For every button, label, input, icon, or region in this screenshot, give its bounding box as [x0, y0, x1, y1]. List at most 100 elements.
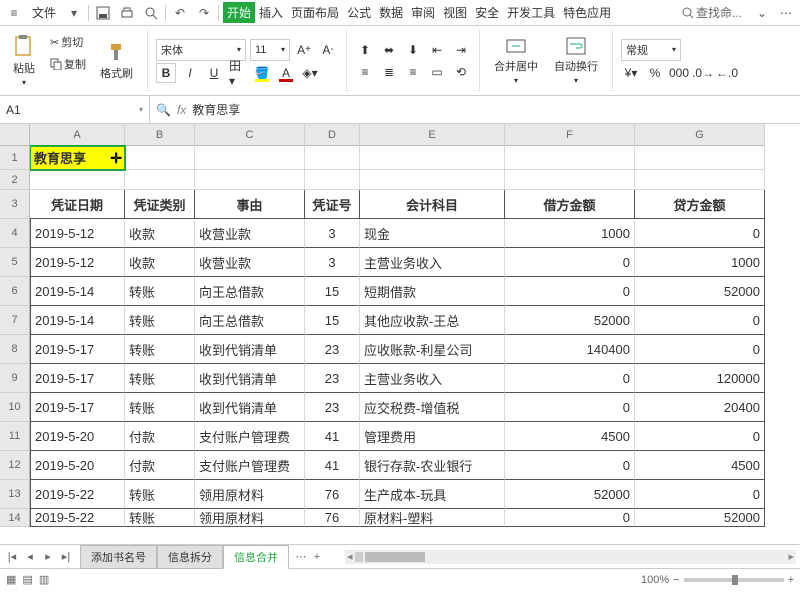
cell[interactable]	[195, 146, 305, 170]
cell[interactable]: 2019-5-22	[30, 509, 125, 527]
cell[interactable]: 领用原材料	[195, 509, 305, 527]
number-format-select[interactable]: 常规▾	[621, 39, 681, 61]
cell[interactable]: 120000	[635, 364, 765, 393]
cell[interactable]: 凭证号	[305, 190, 360, 219]
cell[interactable]: 收款	[125, 219, 195, 248]
bold-button[interactable]: B	[156, 63, 176, 83]
menu-icon[interactable]: ≡	[4, 3, 24, 23]
cell[interactable]: 15	[305, 277, 360, 306]
wrap-text-button[interactable]: 自动换行▾	[548, 34, 604, 87]
col-header[interactable]: G	[635, 124, 765, 146]
search-box[interactable]: 查找命...	[682, 4, 742, 21]
cell[interactable]: 1000	[505, 219, 635, 248]
cell[interactable]: 2019-5-12	[30, 219, 125, 248]
cell[interactable]: 4500	[505, 422, 635, 451]
cell[interactable]: 转账	[125, 393, 195, 422]
cell[interactable]	[30, 170, 125, 190]
cell[interactable]: 0	[505, 451, 635, 480]
cell[interactable]: 向王总借款	[195, 277, 305, 306]
cell[interactable]: 4500	[635, 451, 765, 480]
cell[interactable]: 支付账户管理费	[195, 422, 305, 451]
row-header[interactable]: 14	[0, 509, 30, 527]
cell[interactable]: 0	[505, 248, 635, 277]
ribbon-tab-0[interactable]: 开始	[223, 2, 255, 23]
cell[interactable]	[305, 170, 360, 190]
cell[interactable]: 原材料-塑料	[360, 509, 505, 527]
row-header[interactable]: 5	[0, 248, 30, 277]
cell[interactable]: 2019-5-12	[30, 248, 125, 277]
zoom-out-icon[interactable]: −	[673, 574, 679, 586]
cell[interactable]	[305, 146, 360, 170]
cell[interactable]: 收到代销清单	[195, 335, 305, 364]
cell[interactable]: 收到代销清单	[195, 393, 305, 422]
cell[interactable]	[635, 146, 765, 170]
cell[interactable]: 贷方金额	[635, 190, 765, 219]
cell[interactable]: 2019-5-14	[30, 306, 125, 335]
align-middle-icon[interactable]: ⬌	[379, 40, 399, 60]
cell[interactable]: 41	[305, 422, 360, 451]
cell[interactable]: 短期借款	[360, 277, 505, 306]
cell[interactable]: 2019-5-22	[30, 480, 125, 509]
cell[interactable]: 凭证类别	[125, 190, 195, 219]
horizontal-scrollbar[interactable]: ◂ ▸	[345, 550, 796, 564]
prev-sheet-icon[interactable]: ◂	[22, 549, 38, 565]
ribbon-tab-6[interactable]: 视图	[439, 2, 471, 23]
ribbon-tab-1[interactable]: 插入	[255, 2, 287, 23]
cell[interactable]: 借方金额	[505, 190, 635, 219]
sheet-menu-icon[interactable]: ⋯	[293, 549, 309, 565]
cell[interactable]: 23	[305, 364, 360, 393]
undo-icon[interactable]: ↶	[170, 3, 190, 23]
comma-icon[interactable]: 000	[669, 63, 689, 83]
cell[interactable]: 收营业款	[195, 219, 305, 248]
percent-icon[interactable]: %	[645, 63, 665, 83]
cell[interactable]: 应收账款-利星公司	[360, 335, 505, 364]
print-icon[interactable]	[117, 3, 137, 23]
cell[interactable]: 教育思享✛	[30, 146, 125, 170]
view-normal-icon[interactable]: ▦	[6, 573, 16, 586]
cell[interactable]: 0	[505, 509, 635, 527]
ribbon-tab-9[interactable]: 特色应用	[559, 2, 615, 23]
trace-icon[interactable]: 🔍	[156, 103, 171, 117]
font-size-select[interactable]: 11▾	[250, 39, 290, 61]
cell[interactable]: 52000	[635, 509, 765, 527]
cell[interactable]: 银行存款-农业银行	[360, 451, 505, 480]
first-sheet-icon[interactable]: |◂	[4, 549, 20, 565]
cell[interactable]: 3	[305, 248, 360, 277]
cell[interactable]: 23	[305, 335, 360, 364]
cell[interactable]: 140400	[505, 335, 635, 364]
currency-icon[interactable]: ¥▾	[621, 63, 641, 83]
cell[interactable]: 2019-5-20	[30, 422, 125, 451]
cell[interactable]: 管理费用	[360, 422, 505, 451]
cell[interactable]	[360, 170, 505, 190]
row-header[interactable]: 6	[0, 277, 30, 306]
cell[interactable]: 其他应收款-王总	[360, 306, 505, 335]
merge-center-button[interactable]: 合并居中▾	[488, 34, 544, 87]
indent-left-icon[interactable]: ⇤	[427, 40, 447, 60]
row-header[interactable]: 10	[0, 393, 30, 422]
border-button[interactable]: 田▾	[228, 63, 248, 83]
row-header[interactable]: 4	[0, 219, 30, 248]
view-page-icon[interactable]: ▤	[22, 573, 32, 586]
cell[interactable]: 会计科目	[360, 190, 505, 219]
view-custom-icon[interactable]: ▥	[39, 573, 49, 586]
more-icon[interactable]: ⋯	[776, 3, 796, 23]
cell[interactable]: 2019-5-17	[30, 335, 125, 364]
row-header[interactable]: 11	[0, 422, 30, 451]
cell[interactable]: 2019-5-14	[30, 277, 125, 306]
cell[interactable]: 0	[635, 306, 765, 335]
formula-input[interactable]: 教育思享	[192, 101, 240, 118]
cell[interactable]	[635, 170, 765, 190]
cell[interactable]: 76	[305, 509, 360, 527]
cell[interactable]: 转账	[125, 364, 195, 393]
cell[interactable]: 1000	[635, 248, 765, 277]
ribbon-tab-5[interactable]: 审阅	[407, 2, 439, 23]
col-header[interactable]: C	[195, 124, 305, 146]
name-box[interactable]: A1 ▾	[0, 96, 150, 123]
row-header[interactable]: 7	[0, 306, 30, 335]
cell[interactable]: 0	[635, 219, 765, 248]
cell[interactable]: 20400	[635, 393, 765, 422]
row-header[interactable]: 9	[0, 364, 30, 393]
cell[interactable]: 现金	[360, 219, 505, 248]
zoom-in-icon[interactable]: +	[788, 574, 794, 586]
increase-decimal-icon[interactable]: .0→	[693, 63, 713, 83]
